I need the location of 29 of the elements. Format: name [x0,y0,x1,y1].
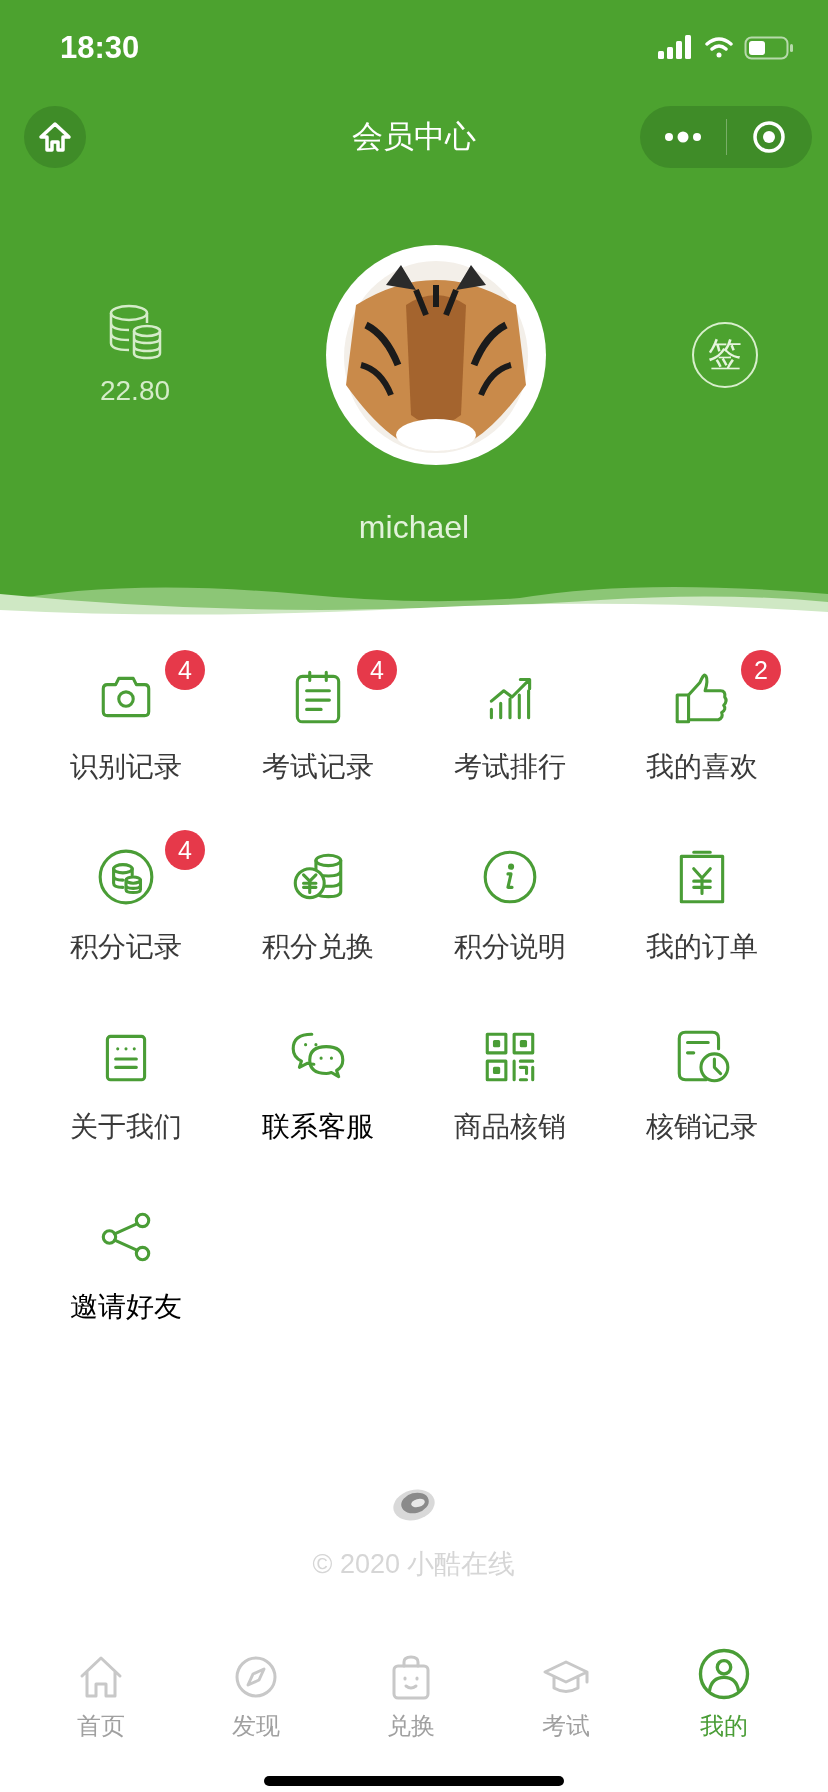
menu-item[interactable]: 邀请好友 [30,1186,222,1326]
more-icon [662,131,703,143]
menu-item[interactable]: 商品核销 [414,1006,606,1146]
count-badge: 4 [165,650,205,690]
tab-item[interactable]: 我的 [695,1652,752,1742]
count-badge: 4 [357,650,397,690]
username: michael [358,509,470,546]
menu-item[interactable]: 考试排行 [414,646,606,786]
wifi-icon [704,35,734,60]
status-time: 18:30 [60,29,140,66]
menu-item[interactable]: 2 我的喜欢 [606,646,798,786]
menu-item[interactable]: 积分兑换 [222,826,414,966]
home-icon [38,120,72,154]
menu-item[interactable]: 积分说明 [414,826,606,966]
signal-icon [658,34,694,61]
points-value: 22.80 [99,375,171,407]
menu-item[interactable]: 4 积分记录 [30,826,222,966]
count-badge: 4 [165,830,205,870]
coins-icon [107,303,163,361]
count-badge: 2 [741,650,781,690]
target-icon [751,119,788,155]
menu-item[interactable]: 我的订单 [606,826,798,966]
menu-item[interactable]: 关于我们 [30,1006,222,1146]
menu-item[interactable]: 联系客服 [222,1006,414,1146]
battery-icon [744,34,794,61]
menu-item[interactable]: 核销记录 [606,1006,798,1146]
page-title: 会员中心 [352,117,476,156]
menu-item[interactable]: 4 考试记录 [222,646,414,786]
menu-item[interactable]: 4 识别记录 [30,646,222,786]
